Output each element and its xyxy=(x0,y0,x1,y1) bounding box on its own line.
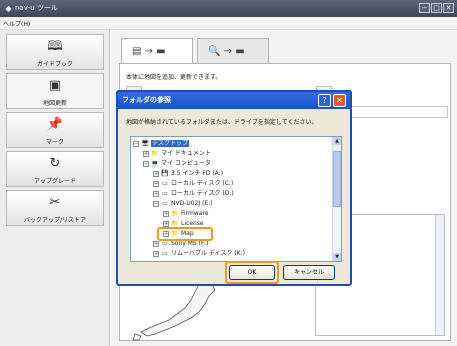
sidebar-item-guidebook[interactable]: 🕮 ガイドブック xyxy=(6,34,104,70)
app-logo-icon: ◆ xyxy=(5,4,12,13)
folder-icon: 📁 xyxy=(171,210,179,217)
app-window: ◆ nav-u ツール − □ ✕ ヘルプ(H) 🕮 ガイドブック ▣ 地図更新… xyxy=(0,0,457,346)
tab-glyphs: 🔍 → ▬ xyxy=(208,46,245,57)
dialog-title-bar: フォルダの参照 ? ✕ xyxy=(118,92,350,109)
tree-node-floppy[interactable]: + 💾 3.5 インチ FD (A:) xyxy=(153,169,223,179)
tree-node-my-documents[interactable]: + 📁 マイ ドキュメント xyxy=(143,149,211,159)
folder-tree[interactable]: − 🖥 デスクトップ + 📁 マイ ドキュメント − 💻 マイ コンピュータ + 💾 3.5 イ… xyxy=(130,136,342,262)
scroll-down-icon[interactable]: ▼ xyxy=(333,253,341,261)
computer-icon: 💻 xyxy=(151,160,159,167)
window-title: nav-u ツール xyxy=(15,4,58,12)
close-icon[interactable]: ✕ xyxy=(443,3,454,13)
sidebar-item-label: 地図更新 xyxy=(42,100,67,107)
tree-node-label: デスクトップ xyxy=(151,140,190,147)
expand-icon[interactable]: + xyxy=(163,220,169,227)
sidebar-item-label: バックアップ/リストア xyxy=(23,217,87,224)
title-bar: ◆ nav-u ツール − □ ✕ xyxy=(0,0,457,17)
expand-icon[interactable]: + xyxy=(153,170,159,177)
book-icon: 🕮 xyxy=(47,39,63,54)
sidebar-item-label: アップグレード xyxy=(33,178,76,185)
expand-icon[interactable]: + xyxy=(153,250,159,257)
tree-node-drive-k[interactable]: + ▭ リムーバブル ディスク (K:) xyxy=(153,249,245,259)
scroll-up-icon[interactable]: ▲ xyxy=(333,137,341,145)
expand-icon[interactable]: + xyxy=(153,240,159,247)
tree-node-label: ローカル ディスク (C:) xyxy=(171,180,234,187)
dialog-message: 地図が格納されているフォルダまたは、ドライブを指定してください。 xyxy=(126,119,318,126)
tree-node-label: マイ ドキュメント xyxy=(161,150,211,157)
sidebar-item-backup-restore[interactable]: ✂ バックアップ/リストア xyxy=(6,190,104,226)
tree-node-label: License xyxy=(181,220,204,227)
expand-icon[interactable]: + xyxy=(163,210,169,217)
tree-node-label: NVD-U02J (E:) xyxy=(171,200,213,207)
pin-icon: 📌 xyxy=(46,117,64,132)
collapse-icon[interactable]: − xyxy=(143,160,149,167)
sidebar: 🕮 ガイドブック ▣ 地図更新 📌 マーク ↻ アップグレード ✂ バックアップ… xyxy=(0,30,110,346)
sidebar-item-mark[interactable]: 📌 マーク xyxy=(6,112,104,148)
tree-node-desktop[interactable]: − 🖥 デスクトップ xyxy=(133,139,190,149)
tree-node-label: Firmware xyxy=(181,210,209,217)
drive-icon: ▭ xyxy=(162,180,168,187)
tab-map-update[interactable]: ▤ → ▬ xyxy=(121,38,193,64)
tree-node-label: 3.5 インチ FD (A:) xyxy=(171,170,224,177)
sidebar-item-map-update[interactable]: ▣ 地図更新 xyxy=(6,73,104,109)
tree-scrollbar[interactable]: ▲ ▼ xyxy=(332,137,341,261)
cancel-button[interactable]: キャンセル xyxy=(283,265,335,280)
tree-node-label: ローカル ディスク (D:) xyxy=(171,190,234,197)
map-update-icon: ▣ xyxy=(48,78,62,93)
tree-node-label: Sony MS (F:) xyxy=(171,240,209,247)
sidebar-item-label: マーク xyxy=(45,139,64,146)
panel-description: 本体に地図を追加、更新できます。 xyxy=(126,74,222,81)
refresh-icon: ↻ xyxy=(49,156,61,171)
tree-node-my-computer[interactable]: − 💻 マイ コンピュータ xyxy=(143,159,211,169)
collapse-icon[interactable]: − xyxy=(133,140,139,147)
drive-icon: ▭ xyxy=(162,190,168,197)
expand-icon[interactable]: + xyxy=(153,180,159,187)
tree-node-label: リムーバブル ディスク (K:) xyxy=(171,250,245,257)
floppy-icon: 💾 xyxy=(161,170,169,177)
desktop-icon: 🖥 xyxy=(141,140,149,147)
dialog-title: フォルダの参照 xyxy=(122,96,171,104)
tree-node-drive-e[interactable]: − ▭ NVD-U02J (E:) xyxy=(153,199,213,209)
sidebar-item-label: ガイドブック xyxy=(36,61,73,68)
tree-node-drive-c[interactable]: + ▭ ローカル ディスク (C:) xyxy=(153,179,233,189)
menu-help[interactable]: ヘルプ(H) xyxy=(3,19,30,28)
tools-icon: ✂ xyxy=(49,195,61,210)
expand-icon[interactable]: + xyxy=(143,150,149,157)
tab-glyphs: ▤ → ▬ xyxy=(132,46,166,57)
scroll-thumb[interactable] xyxy=(333,151,341,207)
collapse-icon[interactable]: − xyxy=(153,200,159,207)
maximize-icon[interactable]: □ xyxy=(431,3,442,13)
ok-button[interactable]: OK xyxy=(229,265,275,280)
folder-browse-dialog: フォルダの参照 ? ✕ 地図が格納されているフォルダまたは、ドライブを指定してく… xyxy=(116,90,352,286)
expand-icon[interactable]: + xyxy=(153,190,159,197)
help-icon[interactable]: ? xyxy=(318,94,331,107)
map-folder-highlight xyxy=(157,227,213,241)
usb-drive-icon: ▭ xyxy=(162,200,168,207)
dialog-close-icon[interactable]: ✕ xyxy=(333,94,346,107)
sidebar-item-upgrade[interactable]: ↻ アップグレード xyxy=(6,151,104,187)
tree-node-drive-d[interactable]: + ▭ ローカル ディスク (D:) xyxy=(153,189,234,199)
tree-node-firmware[interactable]: + 📁 Firmware xyxy=(163,209,209,219)
minimize-icon[interactable]: − xyxy=(419,3,430,13)
path-field[interactable] xyxy=(340,106,448,118)
drive-icon: ▭ xyxy=(162,250,168,257)
menu-bar: ヘルプ(H) xyxy=(0,17,457,30)
list-scrollbar[interactable] xyxy=(435,215,444,335)
folder-icon: 📁 xyxy=(151,150,159,157)
tree-node-label: マイ コンピュータ xyxy=(161,160,211,167)
tab-map-search[interactable]: 🔍 → ▬ xyxy=(197,38,269,64)
